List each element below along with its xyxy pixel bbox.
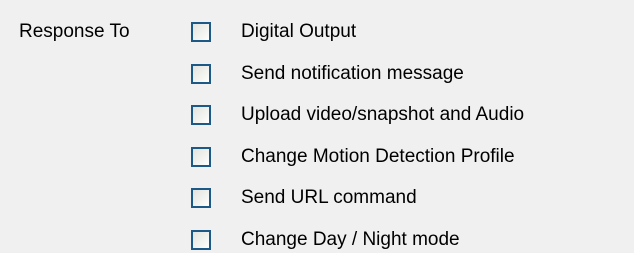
- option-send-notification[interactable]: Send notification message: [191, 61, 524, 87]
- change-day-night-checkbox[interactable]: [191, 229, 211, 250]
- option-change-motion-profile[interactable]: Change Motion Detection Profile: [191, 144, 524, 170]
- option-send-url-command[interactable]: Send URL command: [191, 185, 524, 211]
- change-motion-profile-checkbox[interactable]: [191, 146, 211, 167]
- upload-video-checkbox[interactable]: [191, 105, 211, 126]
- response-to-label: Response To: [19, 21, 130, 42]
- option-digital-output[interactable]: Digital Output: [191, 19, 524, 45]
- option-upload-video[interactable]: Upload video/snapshot and Audio: [191, 102, 524, 128]
- change-motion-profile-label[interactable]: Change Motion Detection Profile: [241, 144, 515, 170]
- send-notification-label[interactable]: Send notification message: [241, 61, 464, 87]
- change-day-night-label[interactable]: Change Day / Night mode: [241, 227, 460, 253]
- send-url-command-checkbox[interactable]: [191, 188, 211, 209]
- response-to-panel: Response To Digital Output Send notifica…: [0, 0, 634, 253]
- digital-output-checkbox[interactable]: [191, 22, 211, 42]
- upload-video-label[interactable]: Upload video/snapshot and Audio: [241, 102, 524, 128]
- option-change-day-night[interactable]: Change Day / Night mode: [191, 227, 524, 253]
- response-options-list: Digital Output Send notification message…: [191, 19, 524, 269]
- digital-output-label[interactable]: Digital Output: [241, 19, 356, 45]
- send-url-command-label[interactable]: Send URL command: [241, 185, 417, 211]
- send-notification-checkbox[interactable]: [191, 63, 211, 84]
